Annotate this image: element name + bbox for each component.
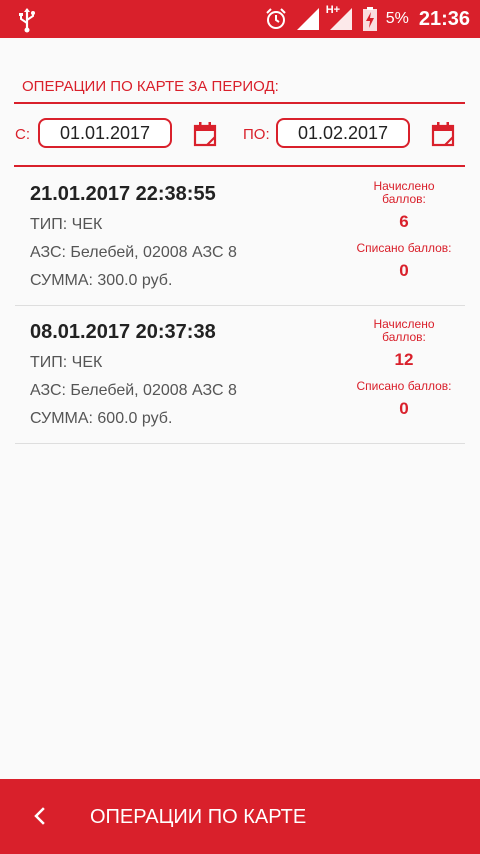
accrued-label: Начислено баллов:: [373, 179, 435, 206]
operation-datetime: 08.01.2017 20:37:38: [30, 321, 216, 343]
accrued-points: Начислено баллов: 6: [355, 180, 453, 232]
calendar-icon[interactable]: [193, 121, 217, 147]
divider: [14, 102, 465, 104]
accrued-value: 12: [394, 350, 414, 369]
screen-title: ОПЕРАЦИИ ПО КАРТЕ: [90, 806, 307, 828]
bottom-app-bar: ОПЕРАЦИИ ПО КАРТЕ: [0, 779, 480, 854]
debited-points: Списано баллов: 0: [355, 242, 453, 281]
section-title: ОПЕРАЦИИ ПО КАРТЕ ЗА ПЕРИОД:: [22, 78, 279, 95]
operation-type: ТИП: ЧЕК: [30, 216, 103, 233]
operation-type: ТИП: ЧЕК: [30, 354, 103, 371]
usb-icon: [19, 8, 35, 33]
divider: [14, 165, 465, 167]
accrued-points: Начислено баллов: 12: [355, 318, 453, 370]
clock: 21:36: [418, 7, 470, 30]
mobile-data-signal-icon: H+: [325, 4, 354, 31]
list-item[interactable]: 21.01.2017 22:38:55 ТИП: ЧЕК АЗС: Белебе…: [15, 168, 465, 306]
accrued-value: 6: [399, 212, 409, 231]
battery-percent: 5%: [385, 10, 409, 27]
debited-label: Списано баллов:: [356, 241, 452, 255]
operation-datetime: 21.01.2017 22:38:55: [30, 183, 216, 205]
from-date-field[interactable]: 01.01.2017: [38, 118, 172, 148]
signal-icon: [296, 8, 319, 30]
to-label: ПО:: [243, 126, 270, 143]
to-date-field[interactable]: 01.02.2017: [276, 118, 410, 148]
back-chevron-icon[interactable]: [24, 801, 54, 831]
debited-label: Списано баллов:: [356, 379, 452, 393]
battery-charging-icon: [362, 7, 377, 31]
calendar-icon[interactable]: [431, 121, 455, 147]
operation-station: АЗС: Белебей, 02008 АЗС 8: [30, 244, 237, 261]
operation-station: АЗС: Белебей, 02008 АЗС 8: [30, 382, 237, 399]
from-label: С:: [15, 126, 30, 143]
list-item[interactable]: 08.01.2017 20:37:38 ТИП: ЧЕК АЗС: Белебе…: [15, 306, 465, 444]
network-type-label: H+: [325, 4, 341, 16]
alarm-icon: [266, 8, 286, 29]
operation-amount: СУММА: 300.0 руб.: [30, 272, 173, 289]
accrued-label: Начислено баллов:: [373, 317, 435, 344]
status-bar: H+ 5% 21:36: [0, 0, 480, 38]
debited-value: 0: [399, 261, 409, 280]
operations-list: 21.01.2017 22:38:55 ТИП: ЧЕК АЗС: Белебе…: [15, 168, 465, 444]
debited-value: 0: [399, 399, 409, 418]
operation-amount: СУММА: 600.0 руб.: [30, 410, 173, 427]
debited-points: Списано баллов: 0: [355, 380, 453, 419]
